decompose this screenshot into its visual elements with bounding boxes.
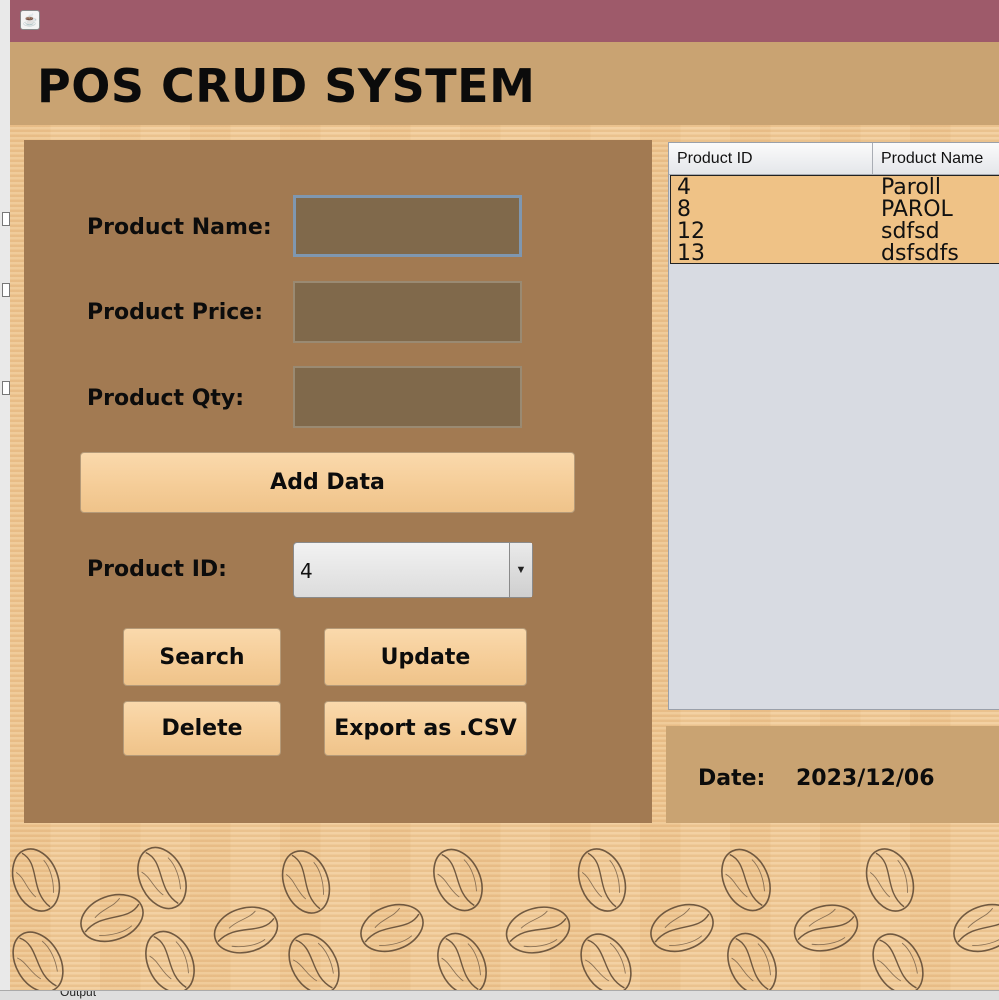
product-name-field[interactable] (293, 195, 522, 257)
product-id-selected-value: 4 (300, 559, 313, 583)
product-qty-label: Product Qty: (87, 386, 245, 411)
product-qty-field[interactable] (293, 366, 522, 428)
window-titlebar[interactable]: ☕ (10, 0, 999, 42)
export-csv-button[interactable]: Export as .CSV (324, 701, 527, 756)
product-id-label: Product ID: (87, 557, 227, 582)
product-id-dropdown[interactable]: 4 ▼ (293, 542, 533, 598)
delete-button[interactable]: Delete (123, 701, 281, 756)
header-bar: POS CRUD SYSTEM (10, 42, 999, 125)
coffee-beans-decoration (10, 838, 999, 990)
column-header-product-id[interactable]: Product ID (669, 143, 873, 175)
date-display: Date: 2023/12/06 (698, 766, 935, 791)
table-row[interactable]: 8 PAROL (671, 198, 999, 222)
product-price-field[interactable] (293, 281, 522, 343)
ide-node-icon (2, 381, 10, 395)
search-button[interactable]: Search (123, 628, 281, 686)
products-table[interactable]: Product ID Product Name 4 Paroll 8 PAROL… (668, 142, 999, 710)
date-panel: Date: 2023/12/06 (666, 726, 999, 823)
table-body: 4 Paroll 8 PAROL 12 sdfsd 13 dsfsdfs (670, 175, 999, 264)
table-row[interactable]: 13 dsfsdfs (671, 242, 999, 264)
ide-folder-icon (2, 212, 10, 226)
product-price-label: Product Price: (87, 300, 263, 325)
add-data-button[interactable]: Add Data (80, 452, 575, 513)
ide-output-tab[interactable]: Output (60, 991, 96, 999)
page-title: POS CRUD SYSTEM (37, 59, 536, 113)
column-header-product-name[interactable]: Product Name (873, 143, 999, 175)
chevron-down-icon[interactable]: ▼ (509, 543, 532, 597)
update-button[interactable]: Update (324, 628, 527, 686)
cell-product-id: 13 (677, 241, 705, 264)
table-row[interactable]: 4 Paroll (671, 176, 999, 200)
ide-file-icon (2, 283, 10, 297)
cell-product-name: dsfsdfs (881, 241, 959, 264)
product-form-panel: Product Name: Product Price: Product Qty… (24, 140, 652, 823)
table-row[interactable]: 12 sdfsd (671, 220, 999, 244)
date-value: 2023/12/06 (795, 766, 935, 791)
product-name-label: Product Name: (87, 215, 272, 240)
java-app-icon[interactable]: ☕ (20, 10, 40, 30)
table-header: Product ID Product Name (669, 143, 999, 175)
app-window: ☕ POS CRUD SYSTEM Product Name: Product … (10, 0, 999, 990)
date-label: Date: (698, 766, 766, 791)
